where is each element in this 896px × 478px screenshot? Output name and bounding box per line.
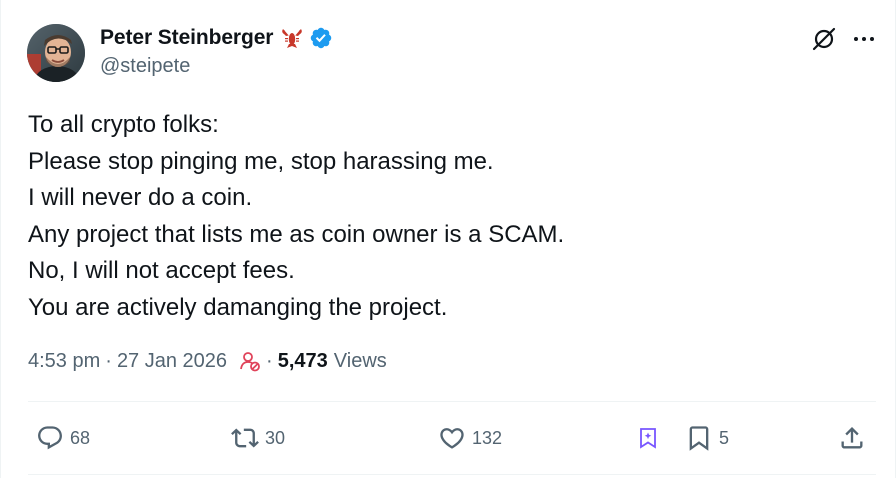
meta-separator: ·	[105, 349, 112, 372]
like-count: 132	[472, 427, 503, 448]
reply-button[interactable]: 68	[36, 420, 90, 456]
bookmark-folder-button[interactable]	[636, 420, 660, 456]
more-icon[interactable]	[851, 26, 877, 52]
tweet-line: To all crypto folks:	[28, 111, 219, 138]
tweet-line: Any project that lists me as coin owner …	[28, 220, 565, 248]
tweet-meta: 4:53 pm · 27 Jan 2026 · 5,473 Views	[28, 346, 387, 376]
repost-button[interactable]: 30	[231, 420, 285, 456]
header-actions	[811, 26, 877, 52]
tweet-card: Peter Steinberger @steipete To all crypt…	[0, 0, 896, 478]
tweet-line: No, I will not accept fees.	[28, 257, 295, 284]
action-bar: 68 30 132 5	[28, 420, 872, 456]
divider	[28, 474, 876, 475]
tweet-line: You are actively damanging the project.	[28, 293, 448, 321]
author-handle[interactable]: @steipete	[100, 55, 333, 78]
grok-icon[interactable]	[811, 26, 837, 52]
like-button[interactable]: 132	[438, 420, 502, 456]
bookmark-count: 5	[719, 427, 730, 448]
share-button[interactable]	[838, 420, 866, 456]
repost-count: 30	[265, 427, 286, 448]
repost-icon	[231, 428, 259, 448]
lobster-icon	[280, 26, 304, 50]
views-label: Views	[333, 349, 387, 372]
tweet-text: To all crypto folks: Please stop pinging…	[28, 107, 868, 326]
tweet-line: Please stop pinging me, stop harassing m…	[28, 147, 494, 175]
divider	[28, 401, 876, 402]
reply-count: 68	[70, 427, 91, 448]
heart-icon	[440, 428, 464, 449]
display-name-row: Peter Steinberger	[100, 24, 333, 52]
bookmark-icon	[689, 426, 709, 451]
tweet-date[interactable]: 27 Jan 2026	[117, 350, 227, 373]
tweet-header: Peter Steinberger @steipete	[27, 22, 877, 84]
tweet-line: I will never do a coin.	[28, 184, 253, 211]
bookmark-button[interactable]: 5	[685, 420, 729, 456]
audience-icon[interactable]	[239, 350, 261, 372]
tweet-time[interactable]: 4:53 pm	[28, 350, 100, 373]
avatar-image	[27, 24, 85, 82]
reply-icon	[38, 426, 62, 450]
verified-badge-icon[interactable]	[309, 26, 333, 50]
view-count: 5,473	[277, 349, 328, 372]
bookmark-sparkle-icon	[640, 428, 656, 449]
author-names: Peter Steinberger @steipete	[100, 24, 333, 78]
display-name[interactable]: Peter Steinberger	[100, 26, 273, 50]
avatar[interactable]	[27, 24, 85, 82]
share-icon	[841, 427, 863, 449]
meta-separator: ·	[266, 349, 273, 372]
